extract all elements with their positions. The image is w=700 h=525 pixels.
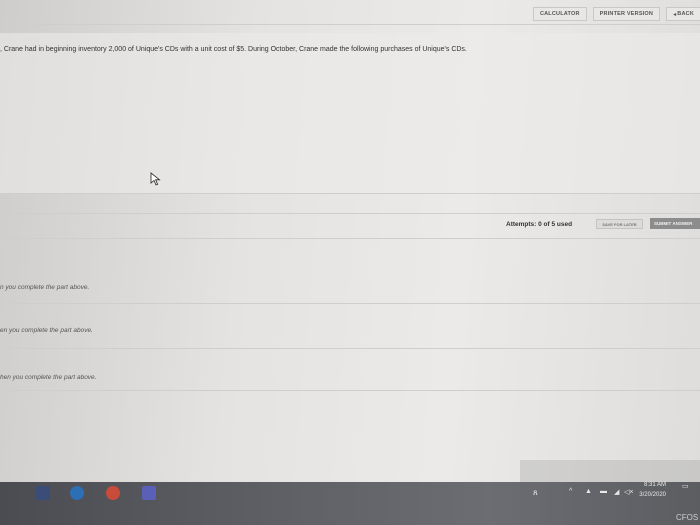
divider bbox=[0, 213, 700, 214]
printer-version-button[interactable]: PRINTER VERSION bbox=[592, 7, 661, 21]
notification-icon[interactable]: ▭ bbox=[682, 482, 689, 490]
back-button[interactable]: ◂ BACK bbox=[666, 7, 700, 21]
back-arrow-icon: ◂ bbox=[673, 11, 677, 18]
clock-time: 8:31 AM bbox=[643, 482, 666, 488]
divider bbox=[0, 390, 700, 391]
wifi-icon[interactable]: ◢ bbox=[614, 488, 619, 496]
divider bbox=[0, 24, 700, 25]
save-for-later-button[interactable]: SAVE FOR LATER bbox=[596, 219, 643, 229]
battery-icon[interactable]: ▬ bbox=[600, 488, 607, 495]
question-panel bbox=[0, 33, 700, 193]
edge-browser-icon[interactable] bbox=[70, 486, 84, 500]
chrome-browser-icon[interactable] bbox=[106, 486, 120, 500]
back-label: BACK bbox=[677, 11, 694, 17]
question-text: , Crane had in beginning inventory 2,000… bbox=[0, 46, 467, 53]
attempts-counter: Attempts: 0 of 5 used bbox=[506, 221, 573, 228]
volume-icon[interactable]: ◁× bbox=[624, 488, 633, 496]
part-note-2: en you complete the part above. bbox=[0, 327, 93, 334]
clock[interactable]: 8:31 AM 3/20/2020 bbox=[639, 480, 666, 500]
windows-taskbar bbox=[0, 482, 700, 525]
attempts-bar: Attempts: 0 of 5 used SAVE FOR LATER SUB… bbox=[0, 216, 700, 236]
submit-answer-button[interactable]: SUBMIT ANSWER bbox=[650, 218, 700, 229]
divider bbox=[0, 193, 700, 194]
chevron-up-icon[interactable]: ^ bbox=[569, 488, 572, 495]
teams-app-icon[interactable] bbox=[142, 486, 156, 500]
network-icon[interactable]: ▲ bbox=[585, 488, 592, 495]
top-toolbar: CALCULATOR PRINTER VERSION ◂ BACK bbox=[532, 4, 700, 24]
people-icon[interactable]: ጸ bbox=[533, 488, 538, 498]
mouse-cursor-icon bbox=[150, 172, 161, 186]
part-note-3: hen you complete the part above. bbox=[0, 374, 97, 381]
part-note-1: n you complete the part above. bbox=[0, 284, 90, 291]
calculator-button[interactable]: CALCULATOR bbox=[532, 7, 587, 21]
clock-date: 3/20/2020 bbox=[639, 492, 666, 498]
calendar-app-icon[interactable] bbox=[36, 486, 50, 500]
partial-bezel-text: CFOS bbox=[676, 513, 699, 522]
browser-page: CALCULATOR PRINTER VERSION ◂ BACK , Cran… bbox=[0, 0, 700, 482]
divider bbox=[0, 348, 700, 349]
divider bbox=[0, 238, 700, 239]
divider bbox=[0, 303, 700, 304]
